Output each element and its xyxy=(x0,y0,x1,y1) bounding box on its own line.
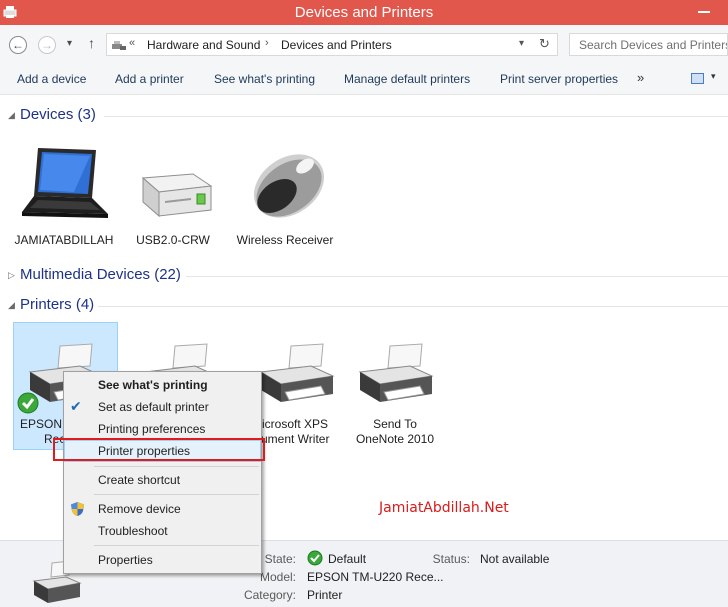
print-server-properties-button[interactable]: Print server properties xyxy=(500,72,618,86)
more-commands-button[interactable]: » xyxy=(637,70,644,85)
menu-item-label: Troubleshoot xyxy=(98,524,168,538)
change-view-icon[interactable] xyxy=(691,73,704,84)
status-label: Status: xyxy=(432,552,470,566)
collapse-arrow-icon[interactable]: ◢ xyxy=(8,300,15,311)
command-bar: Add a device Add a printer See what's pr… xyxy=(0,63,728,95)
overflow-chevron[interactable]: « xyxy=(129,37,135,49)
menu-item-label: Set as default printer xyxy=(98,400,209,414)
watermark-text: JamiatAbdillah.Net xyxy=(379,500,509,516)
menu-item-properties[interactable]: Properties xyxy=(64,549,261,571)
group-label[interactable]: Printers (4) xyxy=(20,296,94,313)
laptop-icon xyxy=(22,148,108,218)
context-menu: See what's printing ✔ Set as default pri… xyxy=(63,371,262,574)
printer-name: Send To xyxy=(373,417,417,431)
group-divider xyxy=(104,116,728,117)
menu-item-label: Properties xyxy=(98,553,153,567)
device-name: Wireless Receiver xyxy=(236,233,334,247)
title-bar: Devices and Printers xyxy=(0,0,728,25)
menu-item-troubleshoot[interactable]: Troubleshoot xyxy=(64,520,261,542)
refresh-icon[interactable]: ↻ xyxy=(539,36,550,52)
printer-icon xyxy=(259,343,335,402)
printer-name-line2: OneNote 2010 xyxy=(355,432,435,446)
drive-icon xyxy=(141,173,213,218)
recent-locations-icon[interactable]: ▾ xyxy=(67,38,72,49)
up-arrow-icon[interactable]: ↑ xyxy=(88,35,95,51)
menu-item-remove-device[interactable]: Remove device xyxy=(64,498,261,520)
group-multimedia-devices[interactable]: ▷ Multimedia Devices (22) xyxy=(8,266,728,286)
breadcrumb-hardware-and-sound[interactable]: Hardware and Sound xyxy=(147,38,260,52)
device-name: USB2.0-CRW xyxy=(136,233,210,247)
breadcrumb-separator-icon[interactable]: › xyxy=(265,37,269,49)
group-label[interactable]: Multimedia Devices (22) xyxy=(20,266,181,283)
collapse-arrow-icon[interactable]: ◢ xyxy=(8,110,15,121)
mouse-icon xyxy=(253,154,325,218)
menu-item-label: Printing preferences xyxy=(98,422,206,436)
category-value: Printer xyxy=(307,588,343,602)
menu-item-label: Create shortcut xyxy=(98,473,181,487)
device-tile[interactable]: USB2.0-CRW xyxy=(121,144,225,248)
menu-item-see-whats-printing[interactable]: See what's printing xyxy=(64,374,261,396)
window-title: Devices and Printers xyxy=(294,4,434,21)
back-button[interactable]: ← xyxy=(9,36,27,54)
checkmark-icon: ✔ xyxy=(70,398,82,414)
default-check-icon xyxy=(17,392,39,414)
group-label[interactable]: Devices (3) xyxy=(20,106,96,123)
breadcrumb-devices-and-printers[interactable]: Devices and Printers xyxy=(281,38,392,52)
device-tile[interactable]: JAMIATABDILLAH xyxy=(12,144,116,248)
uac-shield-icon xyxy=(71,502,84,516)
state-value: Default xyxy=(328,552,367,566)
address-dropdown-icon[interactable]: ▾ xyxy=(519,38,524,49)
forward-button[interactable]: → xyxy=(38,36,56,54)
printer-tile[interactable]: Send To OneNote 2010 xyxy=(343,342,447,447)
search-box[interactable] xyxy=(569,33,728,56)
search-input[interactable] xyxy=(570,34,727,55)
menu-separator xyxy=(94,494,259,495)
add-device-button[interactable]: Add a device xyxy=(17,72,86,86)
menu-item-create-shortcut[interactable]: Create shortcut xyxy=(64,469,261,491)
devices-printers-small-icon xyxy=(112,41,126,50)
category-label: Category: xyxy=(243,588,296,602)
address-row: ← → ▾ ↑ « Hardware and Sound › Devices a… xyxy=(0,25,728,63)
highlight-annotation xyxy=(53,438,265,461)
group-divider xyxy=(98,306,728,307)
menu-item-label: Remove device xyxy=(98,502,181,516)
see-whats-printing-button[interactable]: See what's printing xyxy=(214,72,315,86)
device-name: JAMIATABDILLAH xyxy=(14,233,114,247)
expand-arrow-icon[interactable]: ▷ xyxy=(8,270,15,281)
menu-item-printing-preferences[interactable]: Printing preferences xyxy=(64,418,261,440)
default-check-small-icon xyxy=(307,550,323,566)
group-printers[interactable]: ◢ Printers (4) xyxy=(8,296,728,316)
add-printer-button[interactable]: Add a printer xyxy=(115,72,184,86)
address-bar[interactable]: « Hardware and Sound › Devices and Print… xyxy=(106,33,558,56)
menu-item-label: See what's printing xyxy=(98,378,208,392)
status-value: Not available xyxy=(480,552,550,566)
manage-default-printers-button[interactable]: Manage default printers xyxy=(344,72,470,86)
menu-item-set-as-default-printer[interactable]: ✔ Set as default printer xyxy=(64,396,261,418)
menu-separator xyxy=(94,545,259,546)
device-tile[interactable]: Wireless Receiver xyxy=(233,144,337,248)
menu-separator xyxy=(94,466,259,467)
model-value: EPSON TM-U220 Rece... xyxy=(307,570,444,584)
printer-icon xyxy=(358,343,434,402)
view-options-dropdown-icon[interactable]: ▾ xyxy=(711,71,716,82)
minimize-button[interactable] xyxy=(698,11,710,13)
group-divider xyxy=(186,276,728,277)
group-devices[interactable]: ◢ Devices (3) xyxy=(8,106,728,126)
